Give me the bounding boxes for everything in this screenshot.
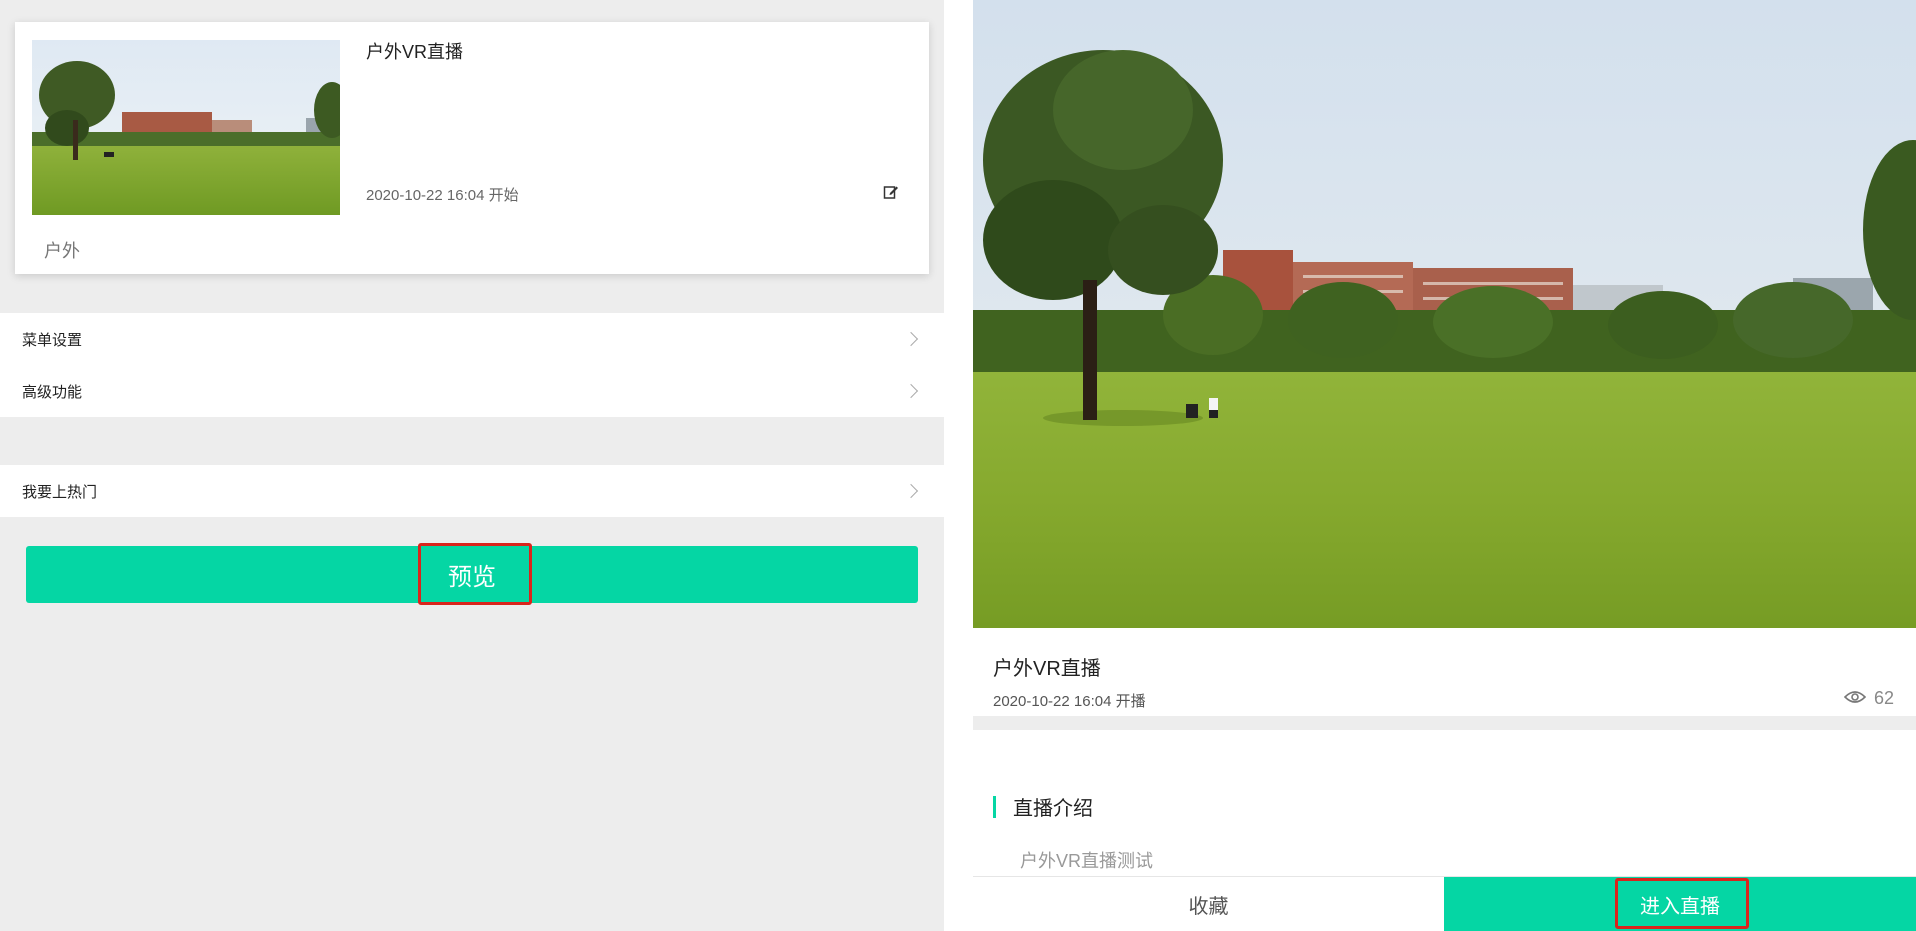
chevron-right-icon [903,331,919,347]
preview-button[interactable]: 预览 [26,546,918,603]
live-thumbnail [32,40,340,215]
enter-live-label: 进入直播 [1640,896,1720,918]
live-cover-image [973,0,1916,628]
live-card: 户外VR直播 2020-10-22 16:04 开始 户外 [15,22,929,274]
enter-live-button[interactable]: 进入直播 [1444,877,1916,931]
edit-icon[interactable] [883,184,899,200]
live-title: 户外VR直播 [366,42,464,62]
chevron-right-icon [903,483,919,499]
go-trending-label: 我要上热门 [22,483,98,501]
intro-description: 户外VR直播测试 [1020,851,1154,871]
live-preview-page: 户外VR直播 2020-10-22 16:04 开播 62 直播介绍 户外VR直… [973,0,1916,931]
settings-panel: 户外VR直播 2020-10-22 16:04 开始 户外 菜单设置 高级功能 … [0,0,944,931]
settings-menu: 菜单设置 高级功能 [0,313,944,417]
favorite-label: 收藏 [1188,896,1229,918]
advanced-features-label: 高级功能 [22,383,83,401]
eye-icon [1843,688,1867,709]
live-title: 户外VR直播 [993,658,1101,680]
favorite-button[interactable]: 收藏 [973,877,1444,931]
section-divider [973,716,1916,730]
intro-title-text: 直播介绍 [1013,798,1093,820]
go-trending-item[interactable]: 我要上热门 [0,465,944,517]
promotion-menu: 我要上热门 [0,465,944,517]
view-count: 62 [1843,688,1894,709]
preview-label: 预览 [448,564,496,591]
intro-section-title: 直播介绍 [993,792,1093,821]
advanced-features-item[interactable]: 高级功能 [0,365,944,417]
bottom-action-bar: 收藏 进入直播 [973,876,1916,931]
section-accent-bar [993,795,996,818]
chevron-right-icon [903,383,919,399]
live-start-time: 2020-10-22 16:04 开播 [993,693,1146,710]
menu-settings-item[interactable]: 菜单设置 [0,313,944,365]
live-start-time: 2020-10-22 16:04 开始 [366,187,519,204]
view-count-value: 62 [1873,688,1894,708]
menu-settings-label: 菜单设置 [22,331,83,349]
category-tag: 户外 [44,241,80,261]
